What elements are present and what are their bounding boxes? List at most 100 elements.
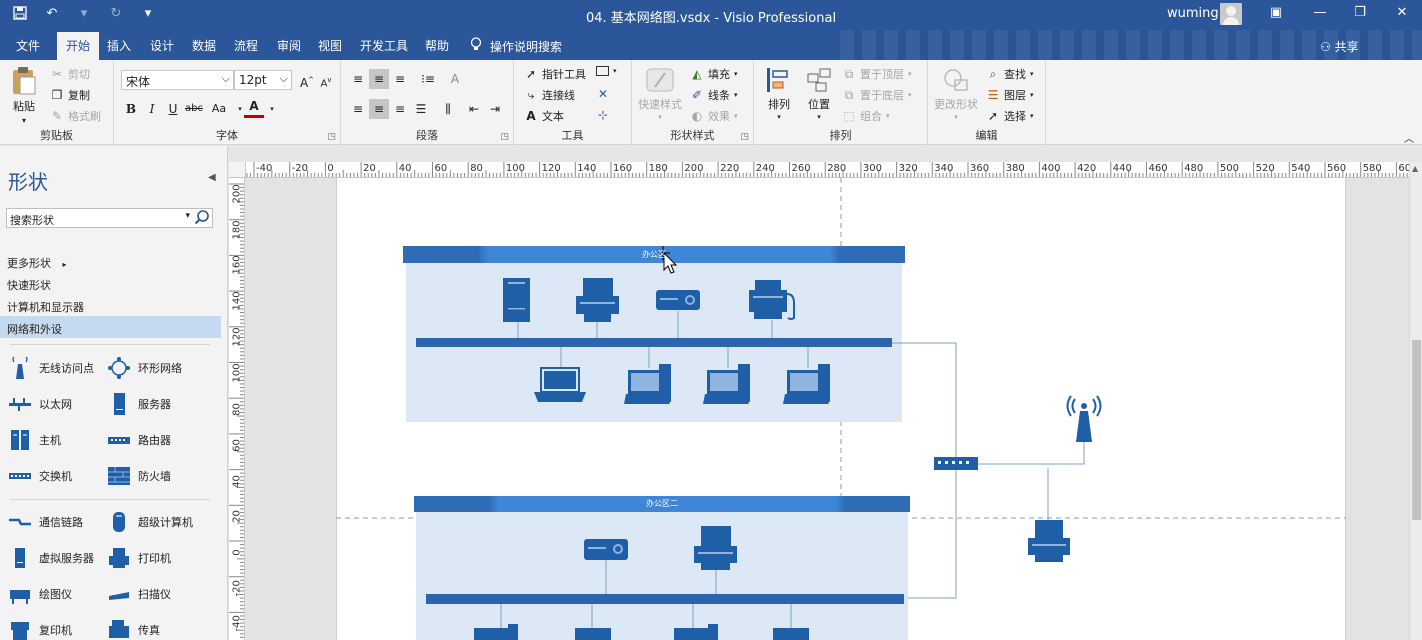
copy-button[interactable]: ❐ 复制: [50, 87, 90, 103]
office-zone-2[interactable]: [414, 496, 910, 640]
projector-icon[interactable]: [584, 539, 628, 560]
stencil-switch[interactable]: 交换机: [9, 464, 72, 488]
horizontal-ruler[interactable]: -40 -20 0 20 40 60 80 100 120 140 160 180 200 220 240 2…: [246, 162, 1409, 178]
server-icon[interactable]: [503, 278, 530, 322]
drawing-canvas[interactable]: 办公区 办公区二: [246, 178, 1409, 640]
shrink-font-icon[interactable]: Av: [316, 70, 336, 90]
cut-button[interactable]: ✂ 剪切: [50, 66, 90, 82]
underline-button[interactable]: U: [163, 99, 183, 119]
quick-styles-button[interactable]: 快速样式 ▾: [638, 65, 682, 121]
select-button[interactable]: ➚ 选择 ▾: [986, 108, 1034, 124]
layers-button[interactable]: ☰ 图层 ▾: [986, 87, 1034, 103]
close-x-icon[interactable]: ✕: [596, 87, 610, 101]
dialog-launcher-icon[interactable]: ◳: [327, 132, 336, 142]
arrange-button[interactable]: 排列 ▾: [764, 65, 794, 121]
stencil-firewall[interactable]: 防火墙: [108, 464, 171, 488]
tab-help[interactable]: 帮助: [425, 37, 449, 54]
scrollbar-thumb[interactable]: [1412, 340, 1421, 520]
search-icon[interactable]: [194, 209, 210, 225]
pc-icon[interactable]: [575, 628, 611, 640]
office-zone-1-title[interactable]: 办公区: [403, 249, 905, 260]
stencil-ring-network[interactable]: 环形网络: [108, 356, 182, 380]
printer-icon[interactable]: [1028, 520, 1070, 562]
align-left-icon[interactable]: ≡: [348, 99, 368, 119]
stencil-router[interactable]: 路由器: [108, 428, 171, 452]
align-bottom-icon[interactable]: ≡: [390, 69, 410, 89]
pc-icon[interactable]: [783, 364, 830, 404]
pc-icon[interactable]: [624, 364, 671, 404]
pc-icon[interactable]: [703, 364, 750, 404]
line-button[interactable]: ✐ 线条 ▾: [690, 87, 738, 103]
share-button[interactable]: ⚇ 共享: [1320, 38, 1359, 55]
font-color-button[interactable]: A: [244, 98, 264, 118]
paste-button[interactable]: 粘贴 ▾: [10, 66, 38, 125]
stencil-mainframe[interactable]: 主机: [9, 428, 61, 452]
italic-button[interactable]: I: [142, 99, 162, 119]
scroll-up-icon[interactable]: ▲: [1412, 164, 1418, 173]
projector-icon[interactable]: [656, 290, 700, 310]
send-to-back-button[interactable]: ⧉ 置于底层 ▾: [842, 87, 912, 103]
dialog-launcher-icon[interactable]: ◳: [500, 132, 509, 142]
stencil-comm-link[interactable]: 通信链路: [9, 510, 83, 534]
collapse-pane-icon[interactable]: ◀: [208, 172, 216, 183]
tab-review[interactable]: 审阅: [277, 37, 301, 54]
stencil-printer[interactable]: 打印机: [108, 546, 171, 570]
stencil-scanner[interactable]: 扫描仪: [108, 582, 171, 606]
office-zone-2-title[interactable]: 办公区二: [414, 498, 910, 509]
align-center-icon[interactable]: ≡: [369, 99, 389, 119]
stencil-virtual-server[interactable]: 虚拟服务器: [9, 546, 94, 570]
effects-button[interactable]: ◐ 效果 ▾: [690, 108, 738, 124]
stencil-supercomputer[interactable]: 超级计算机: [108, 510, 193, 534]
format-painter-button[interactable]: ✎ 格式刷: [50, 108, 101, 124]
search-shapes-input[interactable]: 搜索形状 ▾: [6, 208, 213, 228]
laptop-icon[interactable]: [534, 367, 586, 402]
rectangle-tool-button[interactable]: ▾: [596, 66, 617, 76]
align-middle-icon[interactable]: ≡: [369, 69, 389, 89]
change-case-button[interactable]: Aa: [207, 99, 231, 119]
wireless-access-point-icon[interactable]: [1066, 395, 1102, 442]
bring-to-front-button[interactable]: ⧉ 置于顶层 ▾: [842, 66, 912, 82]
connection-point-icon[interactable]: ⊹: [596, 108, 610, 122]
align-right-icon[interactable]: ≡: [390, 99, 410, 119]
fill-button[interactable]: ◭ 填充 ▾: [690, 66, 737, 82]
tab-data[interactable]: 数据: [192, 37, 216, 54]
tab-file[interactable]: 文件: [16, 37, 40, 54]
stencil-plotter[interactable]: 绘图仪: [9, 582, 72, 606]
stencil-wireless-access-point[interactable]: 无线访问点: [9, 356, 94, 380]
tab-insert[interactable]: 插入: [107, 37, 131, 54]
tab-design[interactable]: 设计: [150, 37, 174, 54]
nav-computers-monitors[interactable]: 计算机和显示器: [0, 294, 221, 316]
stencil-copier[interactable]: 复印机: [9, 618, 72, 640]
pc-icon[interactable]: [773, 628, 809, 640]
maximize-icon[interactable]: ❐: [1350, 5, 1370, 23]
close-icon[interactable]: ✕: [1392, 5, 1412, 23]
user-name[interactable]: wuming: [1167, 6, 1219, 21]
pointer-tool-button[interactable]: ➚ 指针工具: [524, 66, 586, 82]
tab-developer[interactable]: 开发工具: [360, 37, 408, 54]
position-button[interactable]: 位置 ▾: [804, 65, 834, 121]
font-color-dropdown-icon[interactable]: ▾: [262, 99, 282, 119]
grow-font-icon[interactable]: A^: [297, 70, 317, 90]
minimize-icon[interactable]: —: [1310, 5, 1330, 23]
search-dropdown-icon[interactable]: ▾: [185, 211, 190, 221]
text-direction-icon[interactable]: A: [445, 69, 465, 89]
tab-process[interactable]: 流程: [234, 37, 258, 54]
change-shape-button[interactable]: 更改形状 ▾: [934, 65, 978, 121]
ribbon-display-icon[interactable]: ▣: [1266, 5, 1286, 23]
justify-icon[interactable]: ☰: [411, 99, 431, 119]
font-name-combo[interactable]: 宋体 ⌵: [121, 70, 234, 90]
vertical-ruler[interactable]: 200 180 160 140 120 100 80 60 40 20 0 -20 -40: [229, 178, 245, 640]
stencil-fax[interactable]: 传真: [108, 618, 160, 640]
stencil-ethernet[interactable]: 以太网: [9, 392, 72, 416]
bullets-icon[interactable]: ⁝≡: [418, 69, 438, 89]
text-tool-button[interactable]: A 文本: [524, 108, 564, 124]
nav-quick-shapes[interactable]: 快速形状: [0, 272, 221, 294]
dialog-launcher-icon[interactable]: ◳: [740, 132, 749, 142]
tab-view[interactable]: 视图: [318, 37, 342, 54]
connector-button[interactable]: ⤷ 连接线: [524, 87, 575, 103]
nav-network-peripherals[interactable]: 网络和外设: [0, 316, 221, 338]
strikethrough-button[interactable]: abc: [184, 99, 204, 119]
avatar[interactable]: [1220, 3, 1242, 25]
group-button[interactable]: ⬚ 组合 ▾: [842, 108, 889, 124]
font-size-combo[interactable]: 12pt ⌵: [234, 70, 292, 90]
